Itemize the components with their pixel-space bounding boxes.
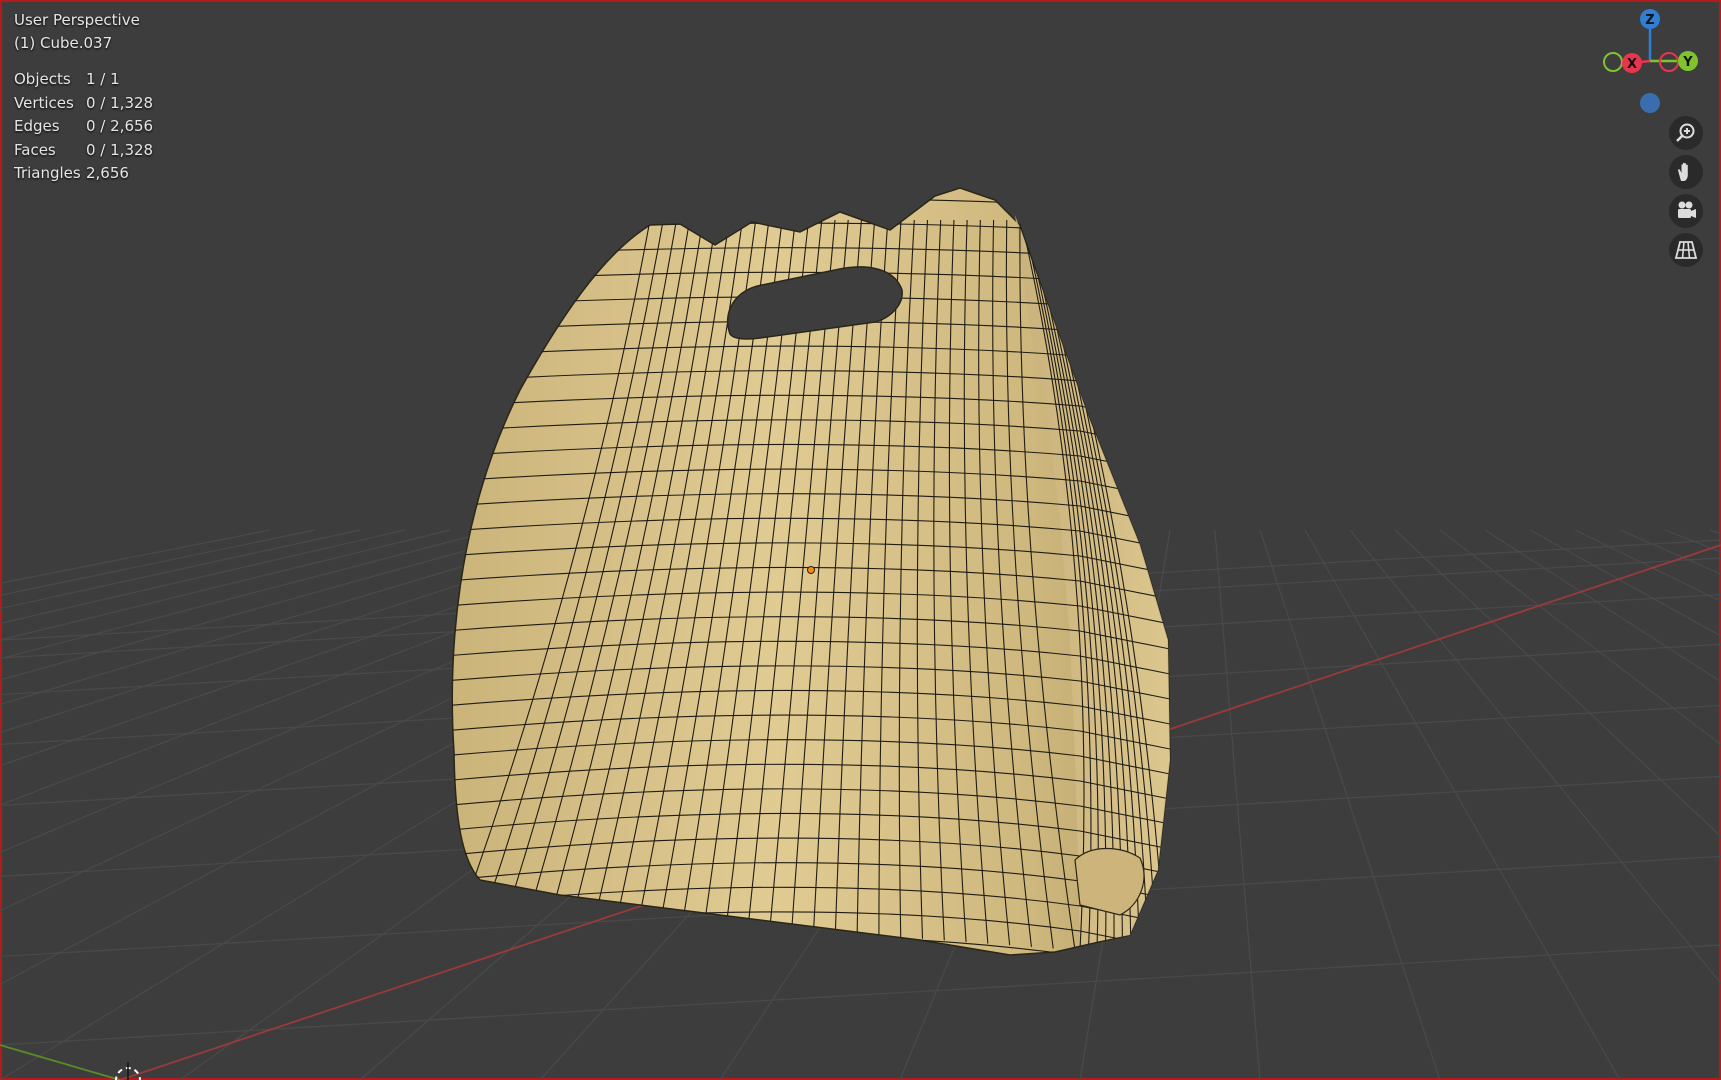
- stat-value: 0 / 2,656: [86, 117, 154, 135]
- viewport-scene[interactable]: [0, 0, 1721, 1080]
- gizmo-z-label: Z: [1645, 13, 1654, 28]
- stat-row-edges: Edges 0 / 2,656: [14, 115, 153, 139]
- stat-row-triangles: Triangles 2,656: [14, 162, 153, 186]
- stat-value: 1 / 1: [86, 70, 120, 88]
- y-axis-line: [0, 1044, 121, 1080]
- stat-label: Vertices: [14, 93, 74, 112]
- gizmo-neg-y-handle[interactable]: [1603, 52, 1623, 72]
- bag-bottom-fold: [1074, 847, 1145, 916]
- viewport-info: User Perspective (1) Cube.037: [14, 9, 140, 55]
- stat-row-objects: Objects 1 / 1: [14, 68, 153, 92]
- stat-label: Edges: [14, 117, 60, 135]
- gizmo-z-handle[interactable]: Z: [1640, 9, 1660, 29]
- stat-label: Faces: [14, 140, 56, 159]
- stat-value: 2,656: [86, 164, 129, 182]
- stat-label: Objects: [14, 70, 71, 88]
- gizmo-x-handle[interactable]: X: [1622, 53, 1642, 73]
- camera-icon: [1678, 201, 1696, 218]
- 3d-cursor: [115, 1062, 141, 1080]
- stat-label: Triangles: [14, 164, 81, 182]
- hand-pan-icon: [1678, 162, 1688, 181]
- gizmo-y-label: Y: [1682, 55, 1693, 70]
- zoom-button[interactable]: [1669, 116, 1703, 150]
- stat-row-vertices: Vertices 0 / 1,328: [14, 92, 153, 116]
- scene-statistics: Objects 1 / 1 Vertices 0 / 1,328 Edges 0…: [14, 68, 153, 186]
- camera-view-button[interactable]: [1669, 194, 1703, 228]
- zoom-icon: [1676, 123, 1695, 142]
- navigation-gizmo[interactable]: Z X Y: [1590, 5, 1710, 120]
- view-name: User Perspective: [14, 11, 140, 29]
- perspective-grid-icon: [1674, 241, 1698, 259]
- gizmo-neg-z-handle[interactable]: [1640, 93, 1660, 113]
- stat-value: 0 / 1,328: [86, 93, 154, 112]
- pan-button[interactable]: [1669, 155, 1703, 189]
- active-object-name: (1) Cube.037: [14, 34, 113, 52]
- gizmo-x-label: X: [1627, 57, 1637, 72]
- bag-mesh-object[interactable]: [420, 187, 1200, 980]
- stat-row-faces: Faces 0 / 1,328: [14, 139, 153, 163]
- stat-value: 0 / 1,328: [86, 140, 154, 159]
- 3d-viewport[interactable]: User Perspective (1) Cube.037 Objects 1 …: [0, 0, 1721, 1080]
- object-origin: [807, 566, 815, 574]
- gizmo-y-handle[interactable]: Y: [1678, 51, 1698, 71]
- toggle-perspective-button[interactable]: [1669, 233, 1703, 267]
